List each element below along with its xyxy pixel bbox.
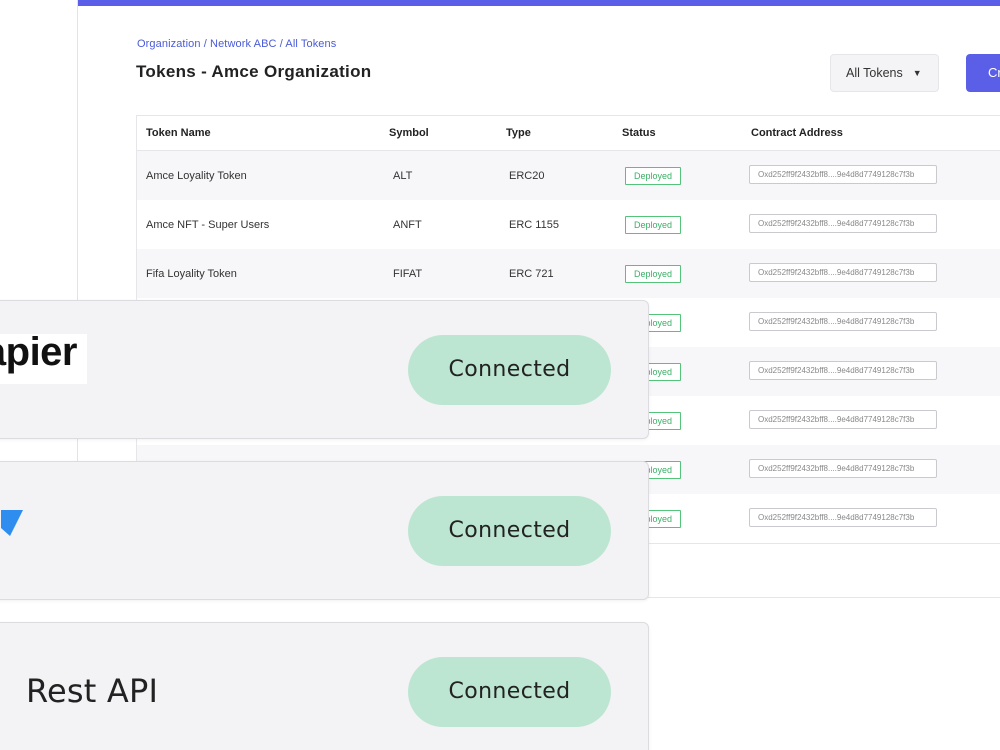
contract-address-field[interactable]: Oxd252ff9f2432bff8....9e4d8d7749128c7f3b — [749, 262, 937, 282]
table-row[interactable]: Fifa Loyality Token FIFAT ERC 721 Deployed O… — [137, 249, 1000, 298]
table-bottom-border — [648, 597, 1000, 598]
table-row[interactable]: Amce Loyality Token ALT ERC20 Deployed Oxd25… — [137, 151, 1000, 200]
table-row[interactable]: Amce NFT - Super Users ANFT ERC 1155 Deploy… — [137, 200, 1000, 249]
token-status-cell: Deployed — [622, 215, 746, 234]
contract-address-cell: Oxd252ff9f2432bff8....9e4d8d7749128c7f3b — [746, 360, 1000, 383]
integration-card-blue-arrow[interactable]: Connected — [0, 461, 649, 600]
token-name-cell: Amce Loyality Token — [146, 169, 247, 182]
contract-address-field[interactable]: Oxd252ff9f2432bff8....9e4d8d7749128c7f3b — [749, 409, 937, 429]
token-type-cell: ERC20 — [509, 169, 545, 182]
column-header-contract-address[interactable]: Contract Address — [746, 127, 1000, 139]
contract-address-cell: Oxd252ff9f2432bff8....9e4d8d7749128c7f3b — [746, 262, 1000, 285]
connected-status-pill[interactable]: Connected — [408, 335, 611, 405]
column-header-status[interactable]: Status — [622, 127, 746, 139]
rest-api-label: Rest API — [26, 672, 159, 710]
contract-address-field[interactable]: Oxd252ff9f2432bff8....9e4d8d7749128c7f3b — [749, 311, 937, 331]
caret-down-icon: ▼ — [912, 68, 922, 78]
token-status-cell: Deployed — [622, 166, 746, 185]
connected-status-pill[interactable]: Connected — [408, 657, 611, 727]
create-token-button[interactable]: Cr — [966, 54, 1000, 92]
breadcrumb[interactable]: Organization / Network ABC / All Tokens — [137, 38, 336, 50]
contract-address-field[interactable]: Oxd252ff9f2432bff8....9e4d8d7749128c7f3b — [749, 360, 937, 380]
token-name-cell: Fifa Loyality Token — [146, 267, 237, 280]
integration-card-rest-api[interactable]: Rest API Connected — [0, 622, 649, 750]
column-header-type[interactable]: Type — [506, 127, 622, 139]
token-symbol-cell: ANFT — [393, 218, 422, 231]
token-type-cell: ERC 1155 — [509, 218, 559, 231]
contract-address-cell: Oxd252ff9f2432bff8....9e4d8d7749128c7f3b — [746, 311, 1000, 334]
contract-address-field[interactable]: Oxd252ff9f2432bff8....9e4d8d7749128c7f3b — [749, 458, 937, 478]
contract-address-cell: Oxd252ff9f2432bff8....9e4d8d7749128c7f3b — [746, 458, 1000, 481]
contract-address-field[interactable]: Oxd252ff9f2432bff8....9e4d8d7749128c7f3b — [749, 164, 937, 184]
status-badge: Deployed — [625, 166, 681, 185]
integration-card-zapier[interactable]: zapier Connected — [0, 300, 649, 439]
column-header-token-name[interactable]: Token Name — [137, 127, 389, 139]
token-filter-value: All Tokens — [846, 66, 903, 80]
column-header-symbol[interactable]: Symbol — [389, 127, 506, 139]
zapier-logo-text: zapier — [0, 334, 77, 374]
zapier-logo: zapier — [0, 334, 87, 384]
token-symbol-cell: FIFAT — [393, 267, 423, 280]
connected-status-pill[interactable]: Connected — [408, 496, 611, 566]
top-accent-bar — [78, 0, 1000, 6]
table-header: Token Name Symbol Type Status Contract A… — [137, 116, 1000, 151]
page-title: Tokens - Amce Organization — [136, 62, 372, 81]
contract-address-field[interactable]: Oxd252ff9f2432bff8....9e4d8d7749128c7f3b — [749, 507, 937, 527]
contract-address-cell: Oxd252ff9f2432bff8....9e4d8d7749128c7f3b — [746, 409, 1000, 432]
contract-address-cell: Oxd252ff9f2432bff8....9e4d8d7749128c7f3b — [746, 507, 1000, 530]
status-badge: Deployed — [625, 264, 681, 283]
blue-arrow-logo-icon — [1, 510, 23, 536]
token-name-cell: Amce NFT - Super Users — [146, 218, 270, 231]
contract-address-cell: Oxd252ff9f2432bff8....9e4d8d7749128c7f3b — [746, 213, 1000, 236]
token-status-cell: Deployed — [622, 264, 746, 283]
contract-address-cell: Oxd252ff9f2432bff8....9e4d8d7749128c7f3b — [746, 164, 1000, 187]
token-filter-select[interactable]: All Tokens ▼ — [830, 54, 939, 92]
status-badge: Deployed — [625, 215, 681, 234]
token-type-cell: ERC 721 — [509, 267, 554, 280]
contract-address-field[interactable]: Oxd252ff9f2432bff8....9e4d8d7749128c7f3b — [749, 213, 937, 233]
token-symbol-cell: ALT — [393, 169, 413, 182]
